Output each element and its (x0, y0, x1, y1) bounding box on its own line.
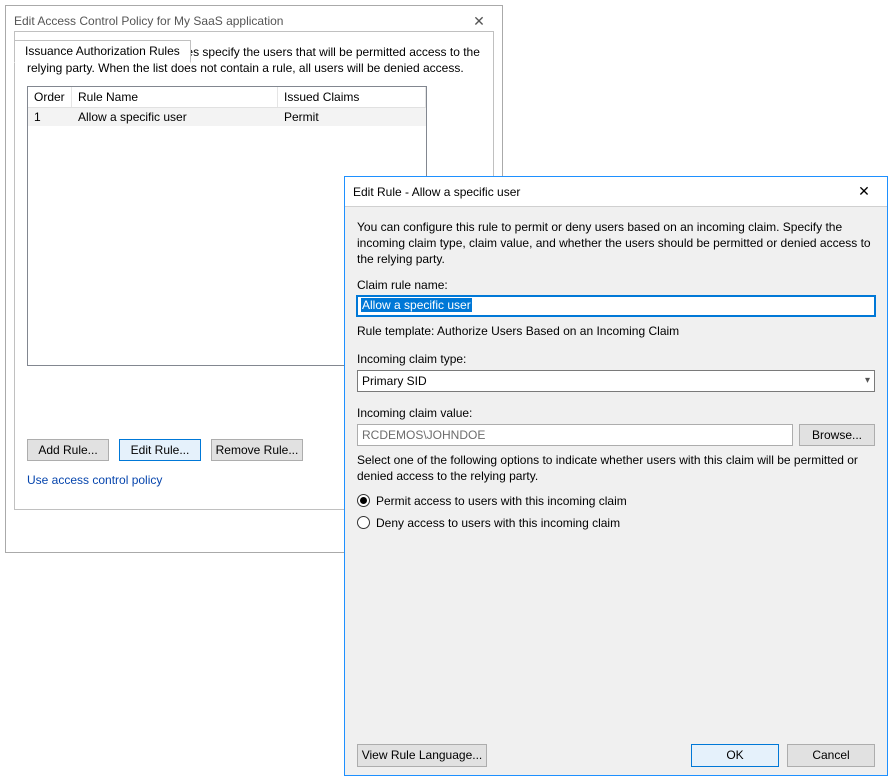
edit-rule-window: Edit Rule - Allow a specific user ✕ You … (344, 176, 888, 776)
column-issued-claims[interactable]: Issued Claims (278, 87, 426, 107)
radio-permit[interactable]: Permit access to users with this incomin… (357, 494, 875, 508)
close-icon[interactable]: ✕ (849, 177, 879, 207)
incoming-claim-type-value: Primary SID (362, 374, 427, 388)
cell-rule-name: Allow a specific user (72, 108, 278, 126)
claim-rule-name-value: Allow a specific user (361, 298, 472, 312)
table-row[interactable]: 1 Allow a specific user Permit (28, 108, 426, 126)
radio-deny[interactable]: Deny access to users with this incoming … (357, 516, 875, 530)
radio-deny-icon (357, 516, 370, 529)
remove-rule-button[interactable]: Remove Rule... (211, 439, 303, 461)
rule-template-text: Rule template: Authorize Users Based on … (357, 324, 875, 338)
cancel-button[interactable]: Cancel (787, 744, 875, 767)
incoming-claim-value-text: RCDEMOS\JOHNDOE (362, 428, 485, 442)
column-order[interactable]: Order (28, 87, 72, 107)
column-rule-name[interactable]: Rule Name (72, 87, 278, 107)
dialog-footer: View Rule Language... OK Cancel (345, 735, 887, 775)
add-rule-button[interactable]: Add Rule... (27, 439, 109, 461)
rule-actions: Add Rule... Edit Rule... Remove Rule... (27, 439, 303, 461)
grid-header: Order Rule Name Issued Claims (28, 87, 426, 108)
incoming-claim-type-label: Incoming claim type: (357, 352, 875, 366)
cell-issued-claims: Permit (278, 108, 426, 126)
tab-issuance-authorization-rules[interactable]: Issuance Authorization Rules (14, 40, 191, 63)
claim-rule-name-label: Claim rule name: (357, 278, 875, 292)
use-access-control-policy-link[interactable]: Use access control policy (27, 473, 162, 487)
dialog-content: You can configure this rule to permit or… (345, 207, 887, 735)
view-rule-language-button[interactable]: View Rule Language... (357, 744, 487, 767)
titlebar[interactable]: Edit Rule - Allow a specific user ✕ (345, 177, 887, 207)
incoming-claim-value-input[interactable]: RCDEMOS\JOHNDOE (357, 424, 793, 446)
intro-text: You can configure this rule to permit or… (357, 219, 875, 268)
window-title: Edit Rule - Allow a specific user (353, 185, 520, 199)
window-title: Edit Access Control Policy for My SaaS a… (14, 14, 283, 28)
edit-rule-button[interactable]: Edit Rule... (119, 439, 201, 461)
incoming-claim-value-label: Incoming claim value: (357, 406, 875, 420)
chevron-down-icon: ▾ (865, 375, 870, 386)
select-option-text: Select one of the following options to i… (357, 452, 875, 484)
ok-button[interactable]: OK (691, 744, 779, 767)
radio-permit-icon (357, 494, 370, 507)
incoming-claim-type-combobox[interactable]: Primary SID ▾ (357, 370, 875, 392)
claim-rule-name-input[interactable]: Allow a specific user (357, 296, 875, 316)
browse-button[interactable]: Browse... (799, 424, 875, 446)
radio-permit-label: Permit access to users with this incomin… (376, 494, 627, 508)
radio-deny-label: Deny access to users with this incoming … (376, 516, 620, 530)
cell-order: 1 (28, 108, 72, 126)
